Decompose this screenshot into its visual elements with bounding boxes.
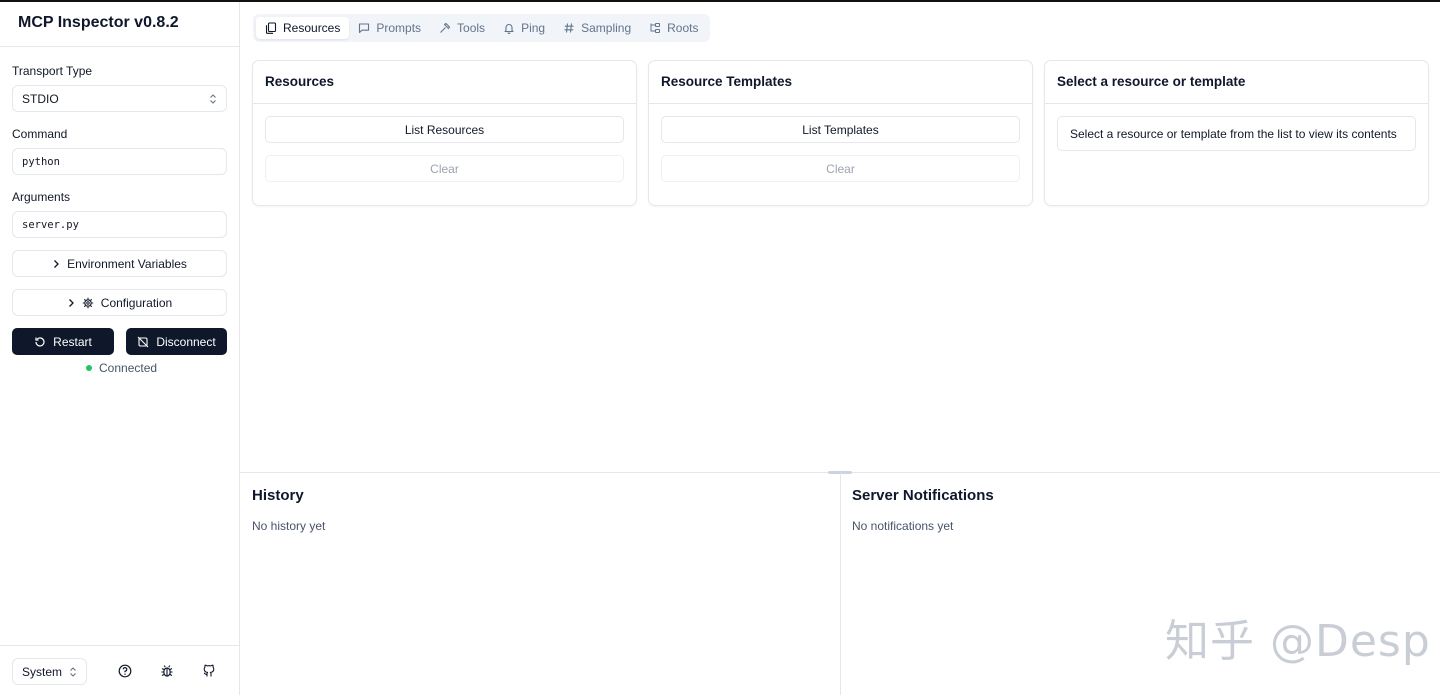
history-title: History xyxy=(252,487,304,504)
transport-type-label: Transport Type xyxy=(12,64,93,78)
server-notifications-empty-text: No notifications yet xyxy=(852,519,954,533)
github-icon[interactable] xyxy=(202,664,216,678)
resources-card-title: Resources xyxy=(253,61,636,104)
tab-prompts[interactable]: Prompts xyxy=(349,17,430,39)
selection-hint: Select a resource or template from the l… xyxy=(1057,116,1416,151)
hammer-icon xyxy=(440,22,451,33)
theme-value: System xyxy=(22,664,63,679)
restart-button[interactable]: Restart xyxy=(12,328,114,355)
chevron-right-icon xyxy=(68,298,74,307)
tab-sampling[interactable]: Sampling xyxy=(554,17,640,39)
hash-icon xyxy=(564,23,574,33)
folder-tree-icon xyxy=(650,23,661,33)
chevrons-up-down-icon xyxy=(69,666,77,677)
configuration-label: Configuration xyxy=(100,295,173,310)
tab-ping-label: Ping xyxy=(521,21,546,35)
history-empty-text: No history yet xyxy=(252,519,326,533)
message-square-icon xyxy=(359,23,370,34)
resource-templates-card-title: Resource Templates xyxy=(649,61,1032,104)
disconnect-label: Disconnect xyxy=(156,334,216,349)
status-dot xyxy=(86,365,92,371)
restart-label: Restart xyxy=(53,334,92,349)
watermark: 知乎 @Desp xyxy=(1165,616,1431,667)
configuration-toggle[interactable]: Configuration xyxy=(12,289,227,316)
tab-resources-label: Resources xyxy=(283,21,341,35)
files-icon xyxy=(265,22,277,34)
history-panel: History No history yet xyxy=(240,473,840,695)
command-input[interactable]: python xyxy=(12,148,227,175)
app-title: MCP Inspector v0.8.2 xyxy=(0,2,239,47)
tab-tools[interactable]: Tools xyxy=(430,17,494,39)
disconnect-button[interactable]: Disconnect xyxy=(126,328,227,355)
connection-status: Connected xyxy=(86,361,157,375)
clear-resources-button[interactable]: Clear xyxy=(265,155,624,182)
tab-roots-label: Roots xyxy=(667,21,699,35)
transport-type-select[interactable]: STDIO xyxy=(12,85,227,112)
bell-icon xyxy=(504,24,514,34)
tab-resources[interactable]: Resources xyxy=(256,17,350,39)
list-templates-button[interactable]: List Templates xyxy=(661,116,1020,143)
selection-card: Select a resource or template Select a r… xyxy=(1044,60,1429,206)
bug-icon[interactable] xyxy=(160,664,174,678)
status-text: Connected xyxy=(99,361,158,375)
sidebar: MCP Inspector v0.8.2 Transport Type STDI… xyxy=(0,2,240,695)
rotate-ccw-icon xyxy=(35,336,45,347)
theme-select[interactable]: System xyxy=(12,658,87,685)
server-notifications-title: Server Notifications xyxy=(852,487,994,504)
tab-prompts-label: Prompts xyxy=(376,21,422,35)
chevron-right-icon xyxy=(54,259,59,268)
command-label: Command xyxy=(12,127,68,141)
help-circle-icon[interactable] xyxy=(118,664,132,678)
clear-templates-button[interactable]: Clear xyxy=(661,155,1020,182)
arguments-value: server.py xyxy=(22,218,79,231)
environment-variables-label: Environment Variables xyxy=(67,256,187,271)
tab-bar: Resources Prompts Tools Ping Sampling Ro… xyxy=(253,14,711,42)
gear-icon xyxy=(82,297,93,308)
chevrons-up-down-icon xyxy=(209,93,217,104)
resource-templates-card: Resource Templates List Templates Clear xyxy=(648,60,1033,206)
resources-card: Resources List Resources Clear xyxy=(252,60,637,206)
tab-sampling-label: Sampling xyxy=(581,21,632,35)
arguments-input[interactable]: server.py xyxy=(12,211,227,238)
arguments-label: Arguments xyxy=(12,190,71,204)
tab-roots[interactable]: Roots xyxy=(640,17,707,39)
transport-type-value: STDIO xyxy=(22,91,59,106)
environment-variables-toggle[interactable]: Environment Variables xyxy=(12,250,227,277)
selection-card-title: Select a resource or template xyxy=(1045,61,1428,104)
tab-tools-label: Tools xyxy=(457,21,486,35)
unplug-icon xyxy=(137,336,149,347)
tab-ping[interactable]: Ping xyxy=(494,17,554,39)
command-value: python xyxy=(22,155,60,168)
sidebar-footer: System xyxy=(0,645,239,695)
list-resources-button[interactable]: List Resources xyxy=(265,116,624,143)
